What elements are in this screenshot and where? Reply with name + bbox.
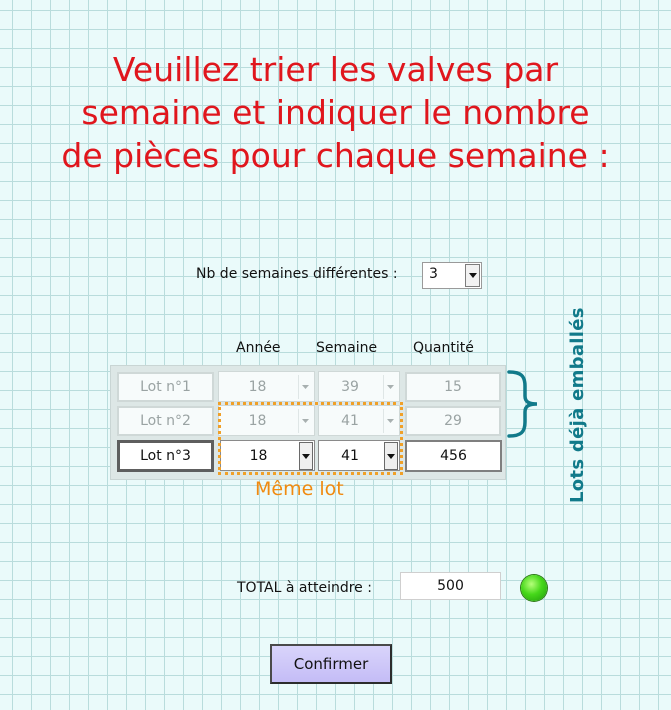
week-select-1[interactable]: 39 (318, 371, 400, 402)
quantity-field-1[interactable]: 15 (405, 372, 501, 402)
title-line-2: semaine et indiquer le nombre (81, 93, 590, 132)
instruction-title: Veuillez trier les valves par semaine et… (0, 48, 671, 177)
column-header-week: Semaine (316, 340, 378, 356)
year-select-1[interactable]: 18 (218, 371, 315, 402)
lot-label-1: Lot n°1 (117, 372, 214, 402)
title-line-3: de pièces pour chaque semaine : (61, 136, 610, 175)
status-led-icon (521, 575, 547, 601)
chevron-down-icon[interactable] (298, 375, 312, 399)
nb-weeks-value: 3 (429, 266, 438, 282)
quantity-field-2[interactable]: 29 (405, 406, 501, 436)
nb-weeks-select[interactable]: 3 (422, 262, 482, 289)
chevron-down-icon[interactable] (383, 375, 397, 399)
quantity-field-3[interactable]: 456 (405, 440, 502, 472)
same-lot-highlight (218, 402, 403, 475)
week-value-1: 39 (341, 378, 359, 395)
nb-weeks-label: Nb de semaines différentes : (196, 266, 398, 282)
column-header-quantity: Quantité (413, 340, 474, 356)
already-packed-label: Lots déjà emballés (567, 307, 588, 503)
lot-label-3: Lot n°3 (117, 440, 214, 472)
same-lot-label: Même lot (255, 478, 344, 500)
confirm-button[interactable]: Confirmer (270, 644, 392, 684)
total-value: 500 (400, 572, 501, 600)
title-line-1: Veuillez trier les valves par (112, 50, 559, 89)
year-value-1: 18 (248, 378, 267, 395)
brace-icon (507, 370, 538, 438)
column-header-year: Année (236, 340, 281, 356)
lot-label-2: Lot n°2 (117, 406, 214, 436)
total-label: TOTAL à atteindre : (237, 580, 372, 596)
chevron-down-icon[interactable] (465, 264, 480, 287)
